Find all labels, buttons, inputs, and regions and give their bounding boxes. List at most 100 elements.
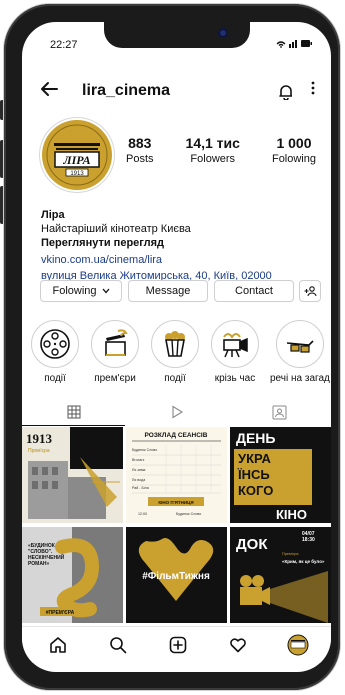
highlight-circle <box>151 320 199 368</box>
bio-name: Ліра <box>41 209 65 221</box>
tab-reels[interactable] <box>125 400 228 424</box>
highlight-circle <box>91 320 139 368</box>
profile-bio: Ліра Найстаріший кінотеатр Києва Перегля… <box>41 208 331 283</box>
post-thumbnail[interactable]: #ФільмТижня <box>126 527 227 623</box>
post-thumbnail[interactable]: ДЕНЬ УКРА ЇНСЬ КОГО КІНО <box>230 427 331 523</box>
wifi-signal-battery-icon <box>276 40 312 48</box>
post-5-hashtag: #ФільмТижня <box>142 571 210 582</box>
logo-year: 1913 <box>70 171 84 177</box>
highlight-item[interactable]: прем'єри <box>88 320 142 384</box>
more-options-button[interactable] <box>311 80 315 103</box>
profile-avatar[interactable]: ЛІРА 1913 <box>42 120 112 190</box>
post-4-art: «БУДИНОК "СЛОВО". НЕСКІНЧЕНИЙ РОМАН» #ПРЕМ'… <box>22 527 123 623</box>
post-2-row: Рай - Біла <box>132 486 149 490</box>
add-post-icon <box>169 636 187 654</box>
stat-following[interactable]: 1 000 Folowing <box>272 135 316 165</box>
post-2-row: Будинок Слово <box>132 448 157 452</box>
stat-following-label: Folowing <box>271 153 316 165</box>
post-thumbnail[interactable]: ДОК 04/07 18:30 Прем'єра «Крим, як це бу… <box>230 527 331 623</box>
post-6-subtitle: «Крим, як це було» <box>282 558 325 564</box>
nav-activity[interactable] <box>226 633 250 657</box>
active-tab-indicator <box>22 425 125 426</box>
stat-followers-label: Folowers <box>190 153 236 165</box>
highlight-label: прем'єри <box>94 373 136 384</box>
highlight-label: події <box>44 373 66 384</box>
screen: 22:27 lira_cinema ЛІРА 1913 883 Posts 14… <box>22 22 331 672</box>
post-1-year: 1913 <box>26 431 53 446</box>
play-icon <box>171 405 183 419</box>
highlight-item[interactable]: події <box>148 320 202 384</box>
profile-tabs <box>22 400 331 426</box>
following-button[interactable]: Folowing <box>40 280 122 302</box>
post-2-title: РОЗКЛАД СЕАНСІВ <box>145 432 208 439</box>
post-3-line: ДЕНЬ <box>236 430 275 446</box>
bio-website-link[interactable]: vkino.com.ua/cinema/lira <box>41 253 331 267</box>
chevron-down-icon <box>102 288 110 294</box>
profile-actions: Folowing Message Contact <box>40 280 321 302</box>
stat-posts[interactable]: 883 Posts <box>126 135 154 165</box>
front-camera <box>218 28 228 38</box>
popcorn-icon <box>165 331 185 357</box>
nav-profile[interactable] <box>286 633 310 657</box>
post-1-sub: Прем'єра <box>28 448 50 454</box>
post-4-tag: #ПРЕМ'ЄРА <box>46 610 75 616</box>
back-arrow-icon <box>41 82 58 96</box>
post-6-art: ДОК 04/07 18:30 Прем'єра «Крим, як це бу… <box>230 527 331 623</box>
grid-icon <box>67 405 80 419</box>
notifications-button[interactable] <box>279 84 293 104</box>
highlight-label: речі на загад <box>270 373 330 384</box>
add-person-button[interactable] <box>299 280 321 302</box>
post-3-line: ЇНСЬ <box>237 467 270 482</box>
highlight-circle <box>276 320 324 368</box>
post-2-row: Ля зима <box>132 468 145 472</box>
bio-view-link[interactable]: Переглянути перегляд <box>41 236 331 250</box>
contact-button[interactable]: Contact <box>214 280 294 302</box>
highlight-circle <box>31 320 79 368</box>
nav-create[interactable] <box>166 633 190 657</box>
highlight-circle <box>211 320 259 368</box>
post-thumbnail[interactable]: РОЗКЛАД СЕАНСІВ Будинок Слово Brocarz Ля… <box>126 427 227 523</box>
add-person-icon <box>304 285 317 296</box>
posts-grid: 1913 Прем'єра РОЗКЛАД СЕАНСІВ Будинок Сл… <box>22 427 331 623</box>
bell-icon <box>279 85 292 101</box>
tagged-person-icon <box>272 405 287 419</box>
profile-username: lira_cinema <box>82 82 171 99</box>
post-2-note: 12:00 <box>138 512 147 516</box>
post-thumbnail[interactable]: 1913 Прем'єра <box>22 427 123 523</box>
post-6-title: ДОК <box>236 536 268 553</box>
nav-home[interactable] <box>46 633 70 657</box>
post-3-line: УКРА <box>238 451 272 466</box>
post-3-line: КІНО <box>276 507 307 522</box>
stat-followers-count: 14,1 тис <box>185 135 240 151</box>
highlight-item[interactable]: крізь час <box>208 320 262 384</box>
stat-following-count: 1 000 <box>276 135 312 151</box>
contact-button-label: Contact <box>235 285 273 297</box>
notch <box>104 22 250 48</box>
post-3-art: ДЕНЬ УКРА ЇНСЬ КОГО КІНО <box>230 427 331 523</box>
profile-stats: 883 Posts 14,1 тис Folowers 1 000 Folowi… <box>126 135 316 165</box>
post-1-art: 1913 Прем'єра <box>22 427 123 523</box>
tab-tagged[interactable] <box>228 400 331 424</box>
stat-followers[interactable]: 14,1 тис Folowers <box>186 135 240 165</box>
stat-posts-label: Posts <box>126 153 154 165</box>
post-thumbnail[interactable]: «БУДИНОК "СЛОВО". НЕСКІНЧЕНИЙ РОМАН» #ПРЕМ'… <box>22 527 123 623</box>
logo-text: ЛІРА <box>62 153 90 167</box>
message-button[interactable]: Message <box>128 280 208 302</box>
app-bar: lira_cinema <box>22 78 331 108</box>
film-reel-icon <box>40 329 70 359</box>
lira-logo-icon: ЛІРА 1913 <box>46 124 108 186</box>
phone-frame: 22:27 lira_cinema ЛІРА 1913 883 Posts 14… <box>4 4 340 690</box>
stat-posts-count: 883 <box>128 135 152 151</box>
post-2-art: РОЗКЛАД СЕАНСІВ Будинок Слово Brocarz Ля… <box>126 427 227 523</box>
highlight-item[interactable]: події <box>28 320 82 384</box>
heart-icon <box>230 638 246 653</box>
post-2-note: Будинок Слово <box>176 512 201 516</box>
back-button[interactable] <box>40 78 58 104</box>
profile-avatar-icon <box>287 634 309 656</box>
post-2-row: Ля вода <box>132 478 145 482</box>
story-highlights: події прем'єри події крізь час речі на з… <box>22 320 331 390</box>
tab-grid[interactable] <box>22 400 125 424</box>
post-3-line: КОГО <box>238 483 273 498</box>
highlight-item[interactable]: речі на загад <box>268 320 331 384</box>
nav-search[interactable] <box>106 633 130 657</box>
